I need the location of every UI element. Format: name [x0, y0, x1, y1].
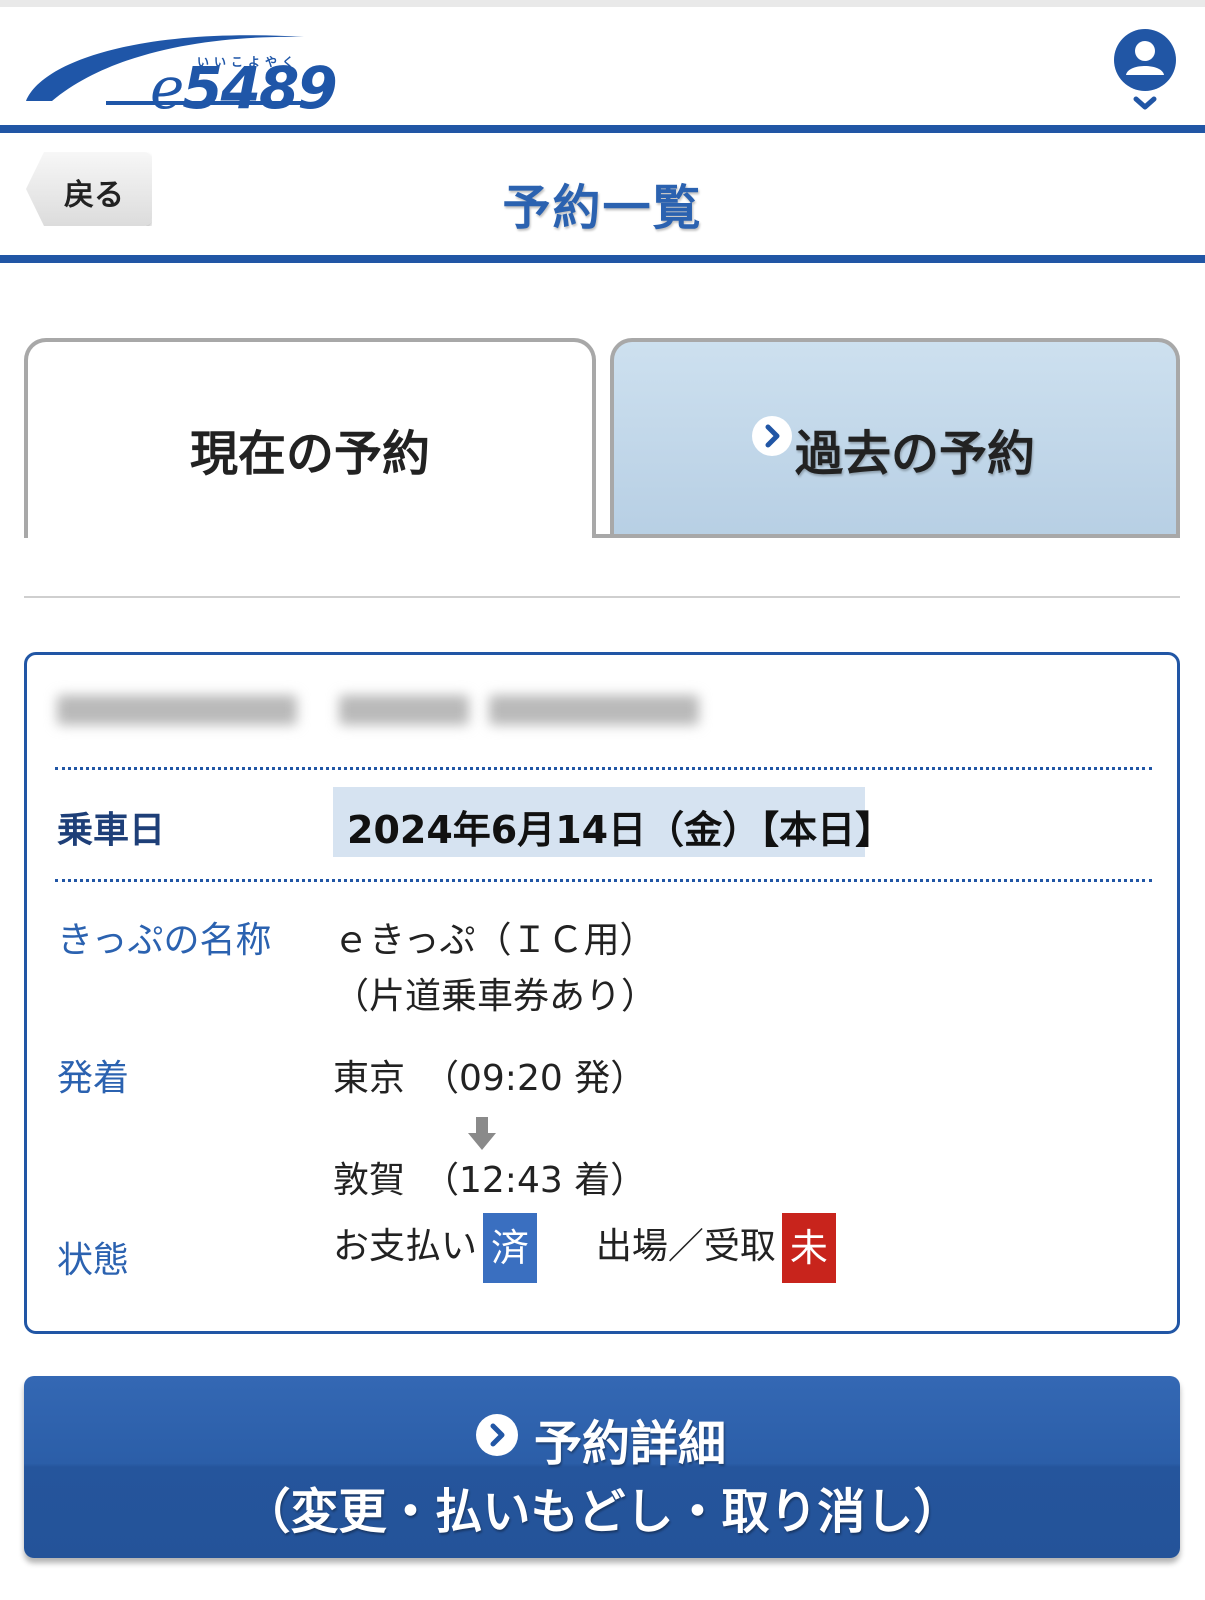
tab-underline [592, 534, 1180, 538]
app-header: いいこよやく e5489 [0, 7, 1205, 127]
detail-button-sublabel: （変更・払いもどし・取り消し） [242, 1484, 962, 1540]
section-separator [24, 596, 1180, 598]
ticket-name-line2: （片道乗車券あり） [333, 976, 658, 1017]
chevron-down-icon [1133, 96, 1157, 110]
gate-status-badge: 未 [781, 1213, 836, 1283]
logo-e: e [150, 54, 184, 122]
gate-label: 出場／受取 [595, 1226, 776, 1267]
payment-label: お支払い [333, 1226, 478, 1267]
ticket-name-line1: ｅきっぷ（ＩＣ用） [333, 920, 656, 961]
user-circle-icon [1114, 29, 1176, 110]
title-divider [0, 255, 1205, 263]
reservation-card: 乗車日 2024年6月14日（金）【本日】 きっぷの名称 ｅきっぷ（ＩＣ用） （… [24, 652, 1180, 1334]
tab-current-label: 現在の予約 [189, 426, 430, 482]
status-label: 状態 [57, 1240, 130, 1281]
reservation-detail-button[interactable]: 予約詳細 （変更・払いもどし・取り消し） [24, 1376, 1180, 1558]
account-menu-button[interactable] [1112, 27, 1178, 115]
logo-text: e5489 [150, 59, 338, 117]
ride-date-label: 乗車日 [57, 810, 166, 851]
departure-value: 東京 （09:20 発） [333, 1058, 647, 1099]
dotted-divider [55, 767, 1152, 770]
tab-past-label: 過去の予約 [794, 426, 1035, 482]
chevron-right-circle-icon [476, 1414, 518, 1456]
ride-date-value: 2024年6月14日（金）【本日】 [347, 808, 894, 852]
logo-number: 5489 [182, 54, 337, 122]
arrival-value: 敦賀 （12:43 着） [333, 1160, 647, 1201]
e5489-logo[interactable]: いいこよやく e5489 [22, 21, 338, 117]
tab-past-reservations[interactable]: 過去の予約 [610, 338, 1180, 538]
detail-button-label: 予約詳細 [534, 1416, 727, 1472]
top-border [0, 0, 1205, 7]
ticket-name-label: きっぷの名称 [57, 920, 272, 961]
route-label: 発着 [57, 1058, 130, 1099]
redacted-reservation-number [57, 691, 707, 733]
ride-date-box: 2024年6月14日（金）【本日】 [333, 787, 893, 857]
payment-status-badge: 済 [483, 1213, 538, 1283]
tab-current-reservations[interactable]: 現在の予約 [24, 338, 596, 538]
header-divider [0, 125, 1205, 133]
status-values: お支払い済 出場／受取未 [333, 1213, 836, 1283]
arrow-down-icon [468, 1117, 496, 1150]
dotted-divider [55, 879, 1152, 882]
page-title: 予約一覧 [502, 180, 703, 236]
